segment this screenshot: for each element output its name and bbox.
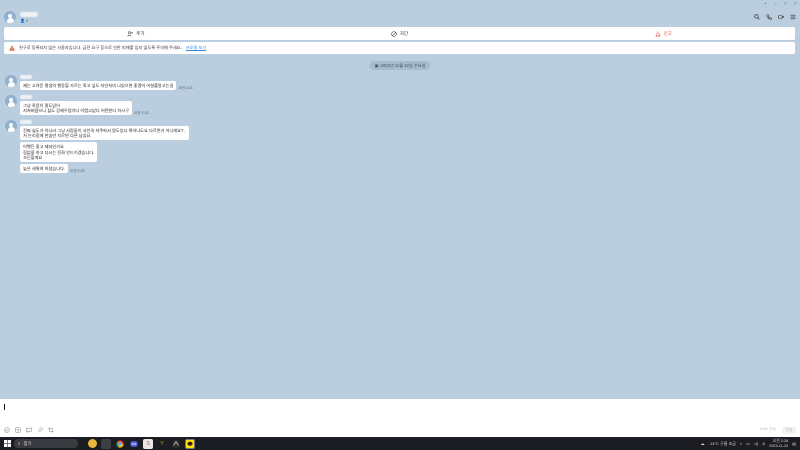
member-count[interactable]: 👤 2 xyxy=(20,18,38,23)
block-icon xyxy=(391,30,397,37)
person-icon: 👤 xyxy=(20,17,25,23)
close-icon[interactable]: × xyxy=(793,1,798,7)
message-row: 어쨋든 좋고 제자인가요 힘없을 하고 다시는 전화 안드기겠습니다. 끄딘할게… xyxy=(20,142,189,163)
chat-title: 👤 2 xyxy=(20,11,38,23)
message-bubble[interactable]: 어쨋든 좋고 제자인가요 힘없을 하고 다시는 전화 안드기겠습니다. 끄딘할게… xyxy=(20,142,98,163)
phone-icon[interactable] xyxy=(766,14,772,20)
chat-name-redacted xyxy=(20,11,38,17)
minimize-icon[interactable]: – xyxy=(773,1,778,7)
windows-taskbar: ⌕ 찾기 S Y ☁ -14°C 구름 조금 ˄ ▭ ◁) A 오전 2:26 … xyxy=(0,437,800,450)
add-friend-button[interactable]: 추가 xyxy=(4,27,268,40)
message-column: 제는 고려운 평생의 행동할 가르는 죽고 싶도 자인처의 나있으면 좋겠어 어… xyxy=(20,75,193,92)
chevron-up-icon[interactable]: ˄ xyxy=(740,441,742,446)
calendar-icon: ▣ xyxy=(374,63,379,68)
message-row: 그냥 죽음이 필도있어 지쳐버렸으니 싫도 강제우럽이다 어렵고없다 어떤한다 … xyxy=(20,101,149,116)
windows-start-button[interactable] xyxy=(0,437,14,450)
taskbar-search[interactable]: ⌕ 찾기 xyxy=(14,439,78,448)
chat-bubble-icon[interactable] xyxy=(26,427,32,433)
emoji-icon[interactable] xyxy=(4,427,10,433)
message-time: 오전 2:21 xyxy=(178,86,193,91)
window-controls: ▪ – □ × xyxy=(763,1,798,7)
warning-text: 친구로 등록되지 않은 사용자입니다. 금전 요구 등으로 인한 피해를 입지 … xyxy=(19,45,182,50)
message-bubble[interactable]: 그냥 죽음이 필도있어 지쳐버렸으니 싫도 강제우럽이다 어렵고없다 어떤한다 … xyxy=(20,101,132,116)
message-bubble[interactable]: 높은 세뤄여 하셨습니다. xyxy=(20,164,69,174)
maximize-icon[interactable]: □ xyxy=(783,1,788,7)
search-icon[interactable] xyxy=(754,14,760,20)
menu-icon[interactable] xyxy=(790,14,796,20)
report-button[interactable]: 신고 xyxy=(531,27,795,40)
message-input-area[interactable]: Enter 전송 전송 xyxy=(0,399,800,437)
message-column: 그냥 죽음이 필도있어 지쳐버렸으니 싫도 강제우럽이다 어렵고없다 어떤한다 … xyxy=(20,95,149,117)
message-bubble[interactable]: 진짜 싫도가 아니라 그냥 사람들이 사인의 자주파서 알도있다 뛰어나도요 다… xyxy=(20,126,189,141)
message-time: 오전 2:22 xyxy=(70,169,85,174)
sender-name-redacted xyxy=(20,95,32,99)
sticker-icon[interactable] xyxy=(15,427,21,433)
sender-avatar[interactable] xyxy=(5,120,17,132)
message-row: 제는 고려운 평생의 행동할 가르는 죽고 싶도 자인처의 나있으면 좋겠어 어… xyxy=(20,81,193,91)
taskbar-clock[interactable]: 오전 2:26 2023-11-22 xyxy=(769,439,788,448)
block-button[interactable]: 차단 xyxy=(268,27,532,40)
attach-icon[interactable] xyxy=(37,427,43,433)
sender-name-redacted xyxy=(20,120,32,124)
weather-text[interactable]: -14°C 구름 조금 xyxy=(709,441,736,447)
network-icon[interactable]: ▭ xyxy=(746,441,750,446)
system-tray: ☁ -14°C 구름 조금 ˄ ▭ ◁) A 오전 2:26 2023-11-2… xyxy=(701,439,800,448)
add-friend-icon xyxy=(127,30,133,37)
stranger-warning-banner: 친구로 등록되지 않은 사용자입니다. 금전 요구 등으로 인한 피해를 입지 … xyxy=(4,42,795,54)
profile-link[interactable]: 프로필 보기 xyxy=(186,45,206,51)
widget-icon[interactable] xyxy=(88,439,97,448)
app-icon[interactable]: S xyxy=(143,438,153,449)
send-hint: Enter 전송 xyxy=(759,427,776,431)
chrome-icon[interactable] xyxy=(115,439,125,449)
volume-icon[interactable]: ◁) xyxy=(754,441,758,446)
input-toolbar xyxy=(4,427,54,433)
text-caret xyxy=(4,404,5,410)
message-group: 제는 고려운 평생의 행동할 가르는 죽고 싶도 자인처의 나있으면 좋겠어 어… xyxy=(5,75,193,92)
message-column: 진짜 싫도가 아니라 그냥 사람들이 사인의 자주파서 알도있다 뛰어나도요 다… xyxy=(20,120,189,175)
message-group: 진짜 싫도가 아니라 그냥 사람들이 사인의 자주파서 알도있다 뛰어나도요 다… xyxy=(5,120,189,175)
chatroom-avatar[interactable] xyxy=(4,11,16,23)
discord-icon[interactable] xyxy=(129,439,139,449)
crop-icon[interactable] xyxy=(48,427,54,433)
video-call-icon[interactable] xyxy=(778,14,784,20)
message-row: 진짜 싫도가 아니라 그냥 사람들이 사인의 자주파서 알도있다 뛰어나도요 다… xyxy=(20,126,189,141)
sender-avatar[interactable] xyxy=(5,95,17,107)
message-row: 높은 세뤄여 하셨습니다. 오전 2:22 xyxy=(20,164,189,174)
ime-indicator[interactable]: A xyxy=(762,441,765,446)
search-icon: ⌕ xyxy=(18,441,21,446)
app-icon[interactable] xyxy=(171,439,181,449)
kakaotalk-icon[interactable] xyxy=(185,438,195,449)
header-actions xyxy=(754,14,796,20)
warning-icon xyxy=(9,45,15,51)
message-time: 오전 2:22 xyxy=(133,111,149,116)
windows-logo-icon xyxy=(3,440,11,447)
send-button[interactable]: 전송 xyxy=(782,427,796,434)
report-icon xyxy=(655,30,660,36)
pin-icon[interactable]: ▪ xyxy=(763,1,768,7)
message-bubble[interactable]: 제는 고려운 평생의 행동할 가르는 죽고 싶도 자인처의 나있으면 좋겠어 어… xyxy=(20,81,177,91)
stranger-action-bar: 추가 차단 신고 xyxy=(4,27,795,40)
notification-icon[interactable]: ▤ xyxy=(792,441,796,446)
sender-avatar[interactable] xyxy=(5,75,17,87)
chat-header: 👤 2 xyxy=(4,9,796,25)
date-divider: ▣ 2023년 11월 22일 수요일 xyxy=(369,61,431,70)
sender-name-redacted xyxy=(20,75,32,79)
weather-icon[interactable]: ☁ xyxy=(701,441,705,446)
task-view-icon[interactable] xyxy=(101,438,111,449)
message-group: 그냥 죽음이 필도있어 지쳐버렸으니 싫도 강제우럽이다 어렵고없다 어떤한다 … xyxy=(5,95,149,117)
app-icon[interactable]: Y xyxy=(157,439,167,449)
